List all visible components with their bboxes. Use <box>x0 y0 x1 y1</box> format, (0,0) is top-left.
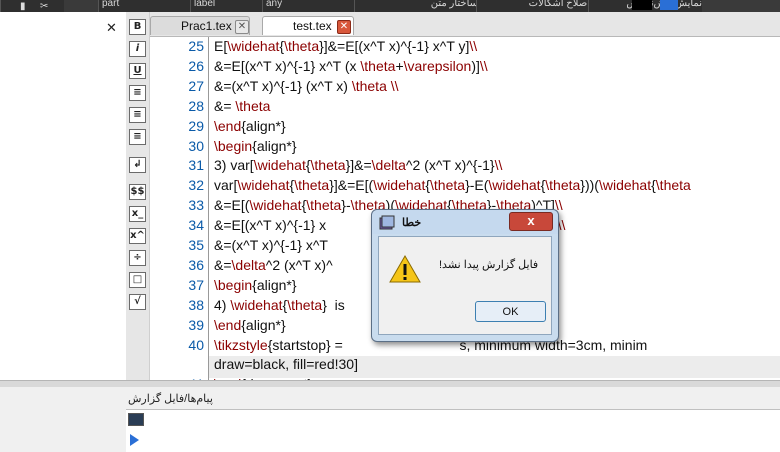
close-tab-icon[interactable]: ✕ <box>337 20 351 34</box>
display-math-icon[interactable]: $$ <box>129 184 146 200</box>
toolbar-structure[interactable]: ساختار متن <box>354 0 478 12</box>
warning-icon <box>389 255 421 283</box>
log-panel-side <box>0 409 126 451</box>
line-number: 31 <box>188 157 204 174</box>
log-icon[interactable] <box>128 413 144 426</box>
format-toolstrip: B i U ≡ ≡ ≡ ↲ $$ x_ x^ ÷ □ √ <box>126 12 150 382</box>
tab-prac1[interactable]: Prac1.tex ✕ <box>150 16 250 35</box>
align-center-icon[interactable]: ≡ <box>129 107 146 123</box>
line-number: 36 <box>188 256 204 273</box>
line-number: 34 <box>188 217 204 234</box>
line-number: 35 <box>188 237 204 253</box>
toolbar-label[interactable]: label <box>190 0 264 12</box>
superscript-icon[interactable]: x^ <box>129 228 146 244</box>
app-icon <box>379 215 395 230</box>
code-line[interactable]: &=\delta^2 (x^T x)^ <box>214 257 333 273</box>
line-number: 27 <box>188 77 204 94</box>
error-dialog: خطا x فایل گزارش پیدا نشد! OK <box>371 209 559 342</box>
newline-icon[interactable]: ↲ <box>129 157 146 173</box>
line-number: 32 <box>188 177 204 194</box>
ok-button[interactable]: OK <box>475 301 546 322</box>
close-icon[interactable]: ✕ <box>106 20 117 36</box>
code-line[interactable]: var[\widehat{\theta}]&=E[(\widehat{\thet… <box>214 177 691 193</box>
toolbar-part[interactable]: part <box>98 0 192 12</box>
line-number: 40 <box>188 336 204 353</box>
line-number: 38 <box>188 296 204 313</box>
tab-label: test.tex <box>293 19 332 33</box>
toolbar-fix[interactable]: اصلاح اشکالات <box>476 0 590 12</box>
dialog-title: خطا <box>402 217 422 229</box>
line-number: 39 <box>188 316 204 333</box>
bold-icon[interactable]: B <box>129 19 146 35</box>
color-swatch-blue[interactable] <box>660 0 678 10</box>
toolbar-any[interactable]: any <box>262 0 356 12</box>
code-line[interactable]: \begin{align*} <box>214 138 297 154</box>
line-number: 37 <box>188 276 204 293</box>
sqrt-icon[interactable]: √ <box>129 294 146 310</box>
dfrac-icon[interactable]: □ <box>129 272 146 288</box>
subscript-icon[interactable]: x_ <box>129 206 146 222</box>
dialog-titlebar[interactable]: خطا x <box>372 210 558 234</box>
fraction-icon[interactable]: ÷ <box>129 250 146 266</box>
code-line[interactable]: &=E[(x^T x)^{-1} x^T (x \theta+\varepsil… <box>214 58 488 74</box>
line-number: 25 <box>188 38 204 54</box>
underline-icon[interactable]: U <box>129 63 146 79</box>
close-button[interactable]: x <box>509 212 553 231</box>
tab-test[interactable]: test.tex ✕ <box>262 16 354 35</box>
code-line[interactable]: &=(x^T x)^{-1} (x^T x) \theta \\ <box>214 78 399 94</box>
log-panel-title: پیام‌ها/فایل گزارش <box>128 393 213 405</box>
dialog-body: فایل گزارش پیدا نشد! OK <box>378 236 552 335</box>
italic-icon[interactable]: i <box>129 41 146 57</box>
close-tab-icon[interactable]: ✕ <box>235 20 249 34</box>
play-icon[interactable] <box>130 434 139 446</box>
svg-text:✂: ✂ <box>40 1 48 12</box>
line-number: 33 <box>188 197 204 214</box>
log-panel-body[interactable] <box>126 409 780 452</box>
line-number: 29 <box>188 117 204 134</box>
scissors-icon: ✂▮ <box>20 1 48 12</box>
line-number: 26 <box>188 57 204 74</box>
code-line[interactable]: 4) \widehat{\theta} is <box>214 297 345 313</box>
toolbar-icons[interactable]: ✂ ▮ <box>0 0 64 12</box>
code-line[interactable]: &= \theta <box>214 98 270 114</box>
structure-panel: ✕ <box>0 12 127 382</box>
line-number: 30 <box>188 137 204 154</box>
line-number: 28 <box>188 97 204 114</box>
tab-label: Prac1.tex <box>181 19 232 33</box>
code-line[interactable]: E[\widehat{\theta}]&=E[(x^T x)^{-1} x^T … <box>214 38 477 54</box>
code-line[interactable]: 3) var[\widehat{\theta}]&=\delta^2 (x^T … <box>214 157 502 173</box>
code-line[interactable]: \begin{align*} <box>214 277 297 293</box>
code-line[interactable]: draw=black, fill=red!30] <box>214 356 358 372</box>
dialog-message: فایل گزارش پیدا نشد! <box>439 259 539 271</box>
svg-text:▮: ▮ <box>20 1 26 12</box>
top-toolbar: ✂ ▮ part label any ساختار متن اصلاح اشکال… <box>0 0 780 12</box>
tab-bar: Prac1.tex ✕ test.tex ✕ <box>150 12 780 37</box>
color-swatch-black[interactable] <box>632 0 652 10</box>
log-panel-header: پیام‌ها/فایل گزارش <box>0 387 780 409</box>
align-left-icon[interactable]: ≡ <box>129 85 146 101</box>
code-line[interactable]: \end{align*} <box>214 317 286 333</box>
code-line[interactable]: \end{align*} <box>214 118 286 134</box>
line-number-gutter: 2526272829303132333435363738394041 <box>150 37 209 392</box>
align-right-icon[interactable]: ≡ <box>129 129 146 145</box>
